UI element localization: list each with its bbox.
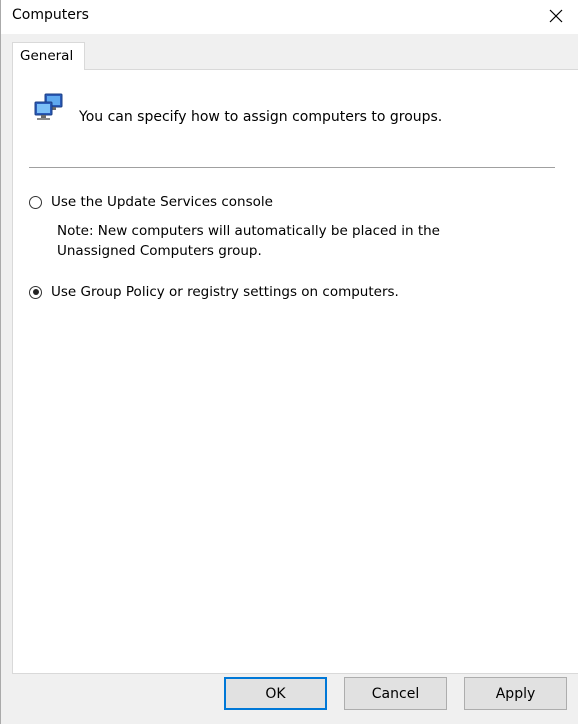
dialog-window: Computers General You can specify how to…: [0, 0, 578, 724]
title-bar: Computers: [1, 0, 578, 34]
option-update-services-console[interactable]: Use the Update Services console: [29, 194, 273, 210]
note-text: Note: New computers will automatically b…: [57, 221, 537, 261]
radio-update-services-console[interactable]: [29, 195, 42, 209]
apply-button[interactable]: Apply: [464, 677, 567, 710]
separator-line: [29, 167, 555, 168]
note-line-2: Unassigned Computers group.: [57, 243, 262, 259]
radio-group-policy[interactable]: [29, 285, 42, 299]
ok-button[interactable]: OK: [224, 677, 327, 710]
header-description: You can specify how to assign computers …: [79, 109, 443, 125]
close-icon: [549, 9, 563, 23]
note-line-1: Note: New computers will automatically b…: [57, 223, 440, 239]
option-group-policy[interactable]: Use Group Policy or registry settings on…: [29, 284, 399, 300]
tab-general[interactable]: General: [12, 42, 85, 70]
general-panel: You can specify how to assign computers …: [12, 69, 578, 674]
cancel-button[interactable]: Cancel: [344, 677, 447, 710]
close-button[interactable]: [533, 0, 578, 32]
option-group-policy-label: Use Group Policy or registry settings on…: [51, 284, 399, 300]
tab-general-label: General: [20, 48, 74, 64]
computers-icon: [34, 93, 63, 120]
window-title: Computers: [12, 7, 89, 23]
option-update-services-label: Use the Update Services console: [51, 194, 273, 210]
